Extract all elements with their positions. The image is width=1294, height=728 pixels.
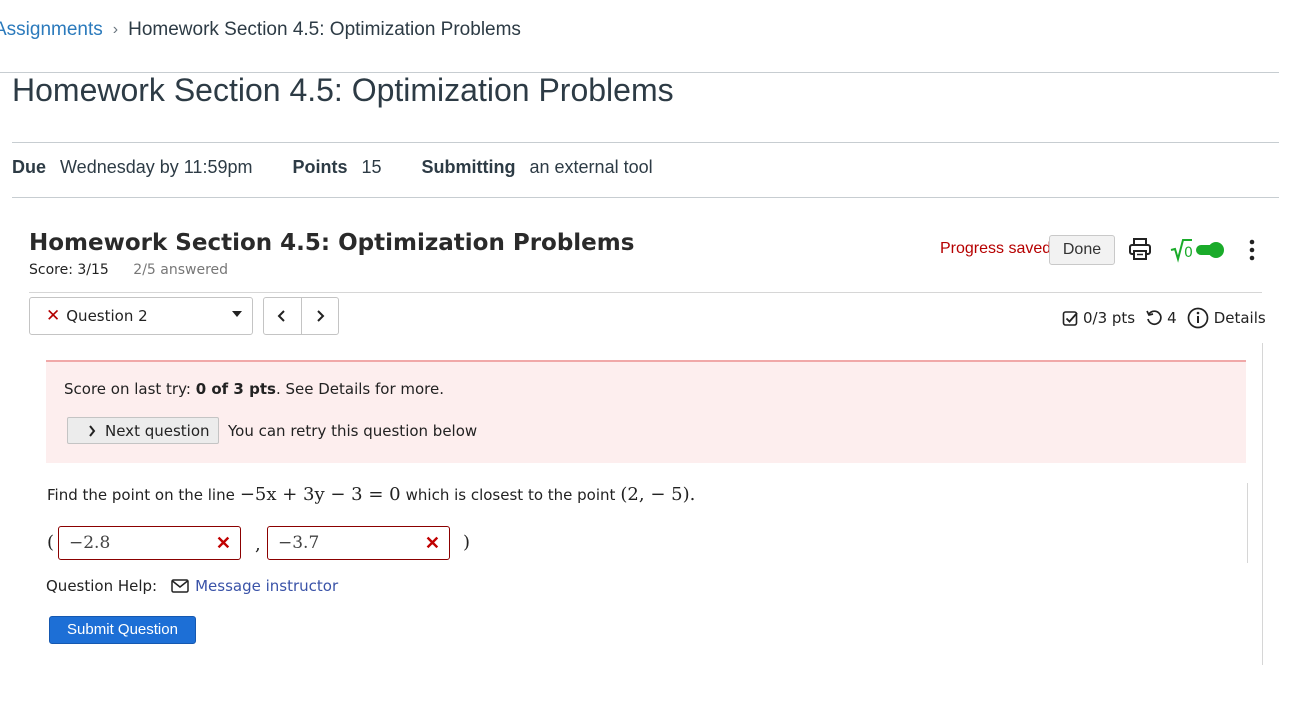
question-info: 0/3 pts 4 Details — [1062, 307, 1266, 329]
x-icon: ✕ — [46, 306, 61, 326]
retries-count: 4 — [1167, 309, 1177, 327]
breadcrumb-current: Homework Section 4.5: Optimization Probl… — [128, 19, 521, 40]
svg-text:0: 0 — [1184, 245, 1193, 261]
question-text-middle: which is closest to the point — [405, 486, 616, 504]
details-label: Details — [1213, 309, 1266, 327]
question-nav-buttons — [263, 297, 339, 335]
score-value: Score: 3/15 — [29, 262, 109, 278]
assignment-details: Due Wednesday by 11:59pm Points 15 Submi… — [12, 157, 693, 178]
question-point: (2, − 5). — [620, 484, 696, 505]
question-text: Find the point on the line −5x + 3y − 3 … — [47, 484, 700, 505]
due-label: Due — [12, 157, 47, 177]
question-select[interactable]: ✕ Question 2 — [29, 297, 253, 335]
details-link[interactable]: Details — [1187, 307, 1266, 329]
sqrt-icon: 0 — [1170, 239, 1193, 263]
divider — [29, 292, 1262, 293]
next-question-arrow-button[interactable] — [300, 298, 339, 334]
breadcrumb-assignments-link[interactable]: Assignments — [0, 19, 103, 41]
answer-x-value: −2.8 — [69, 533, 111, 553]
question-select-value: Question 2 — [66, 307, 148, 325]
answer-y-input[interactable]: −3.7 ✕ — [267, 526, 450, 560]
print-icon[interactable] — [1128, 237, 1152, 261]
due-value: Wednesday by 11:59pm — [60, 157, 253, 177]
mail-icon — [171, 579, 189, 593]
next-question-button[interactable]: Next question — [67, 417, 219, 444]
previous-question-button[interactable] — [264, 298, 301, 334]
score-alert-prefix: Score on last try: — [64, 380, 196, 398]
submitting-value: an external tool — [529, 157, 653, 177]
divider — [12, 142, 1279, 143]
score-alert — [46, 360, 1246, 463]
answer-y-value: −3.7 — [278, 533, 320, 553]
points-label: Points — [292, 157, 348, 177]
math-input-toggle[interactable]: 0 — [1170, 237, 1230, 263]
caret-down-icon — [232, 311, 242, 317]
score-line: Score: 3/15 2/5 answered — [29, 262, 228, 278]
done-button[interactable]: Done — [1049, 235, 1115, 265]
chevron-right-icon — [89, 424, 96, 437]
score-alert-value: 0 of 3 pts — [195, 380, 276, 398]
submit-question-button[interactable]: Submit Question — [49, 616, 196, 644]
breadcrumb: Assignments › Homework Section 4.5: Opti… — [0, 19, 521, 41]
progress-status: Progress saved — [940, 240, 1052, 257]
message-instructor-link[interactable]: Message instructor — [195, 577, 338, 595]
incorrect-icon: ✕ — [424, 533, 440, 553]
answer-x-input[interactable]: −2.8 ✕ — [58, 526, 241, 560]
points-score: 0/3 pts — [1083, 309, 1136, 327]
question-equation: −5x + 3y − 3 = 0 — [239, 484, 401, 505]
close-paren: ) — [463, 532, 471, 553]
question-help: Question Help: Message instructor — [46, 577, 338, 595]
score-alert-text: Score on last try: 0 of 3 pts. See Detai… — [64, 380, 444, 398]
open-paren: ( — [47, 532, 55, 553]
panel-border — [1262, 343, 1263, 665]
question-text-before: Find the point on the line — [47, 486, 235, 504]
comma: , — [255, 534, 261, 555]
retry-icon — [1146, 310, 1162, 326]
score-alert-suffix: . See Details for more. — [275, 380, 445, 398]
panel-border — [1247, 483, 1248, 563]
chevron-right-icon — [317, 310, 325, 322]
points-value: 15 — [361, 157, 382, 177]
breadcrumb-separator: › — [112, 21, 119, 38]
checkbox-icon — [1062, 310, 1078, 326]
more-options-icon[interactable] — [1241, 236, 1263, 264]
submitting-label: Submitting — [421, 157, 516, 177]
incorrect-icon: ✕ — [215, 533, 231, 553]
answered-count: 2/5 answered — [133, 262, 229, 278]
page-title: Homework Section 4.5: Optimization Probl… — [12, 72, 674, 108]
divider — [12, 197, 1279, 198]
retry-text: You can retry this question below — [228, 422, 478, 440]
info-icon — [1187, 307, 1209, 329]
question-help-label: Question Help: — [46, 577, 158, 595]
tool-title: Homework Section 4.5: Optimization Probl… — [29, 230, 635, 256]
next-question-label: Next question — [105, 421, 210, 440]
chevron-left-icon — [277, 310, 285, 322]
